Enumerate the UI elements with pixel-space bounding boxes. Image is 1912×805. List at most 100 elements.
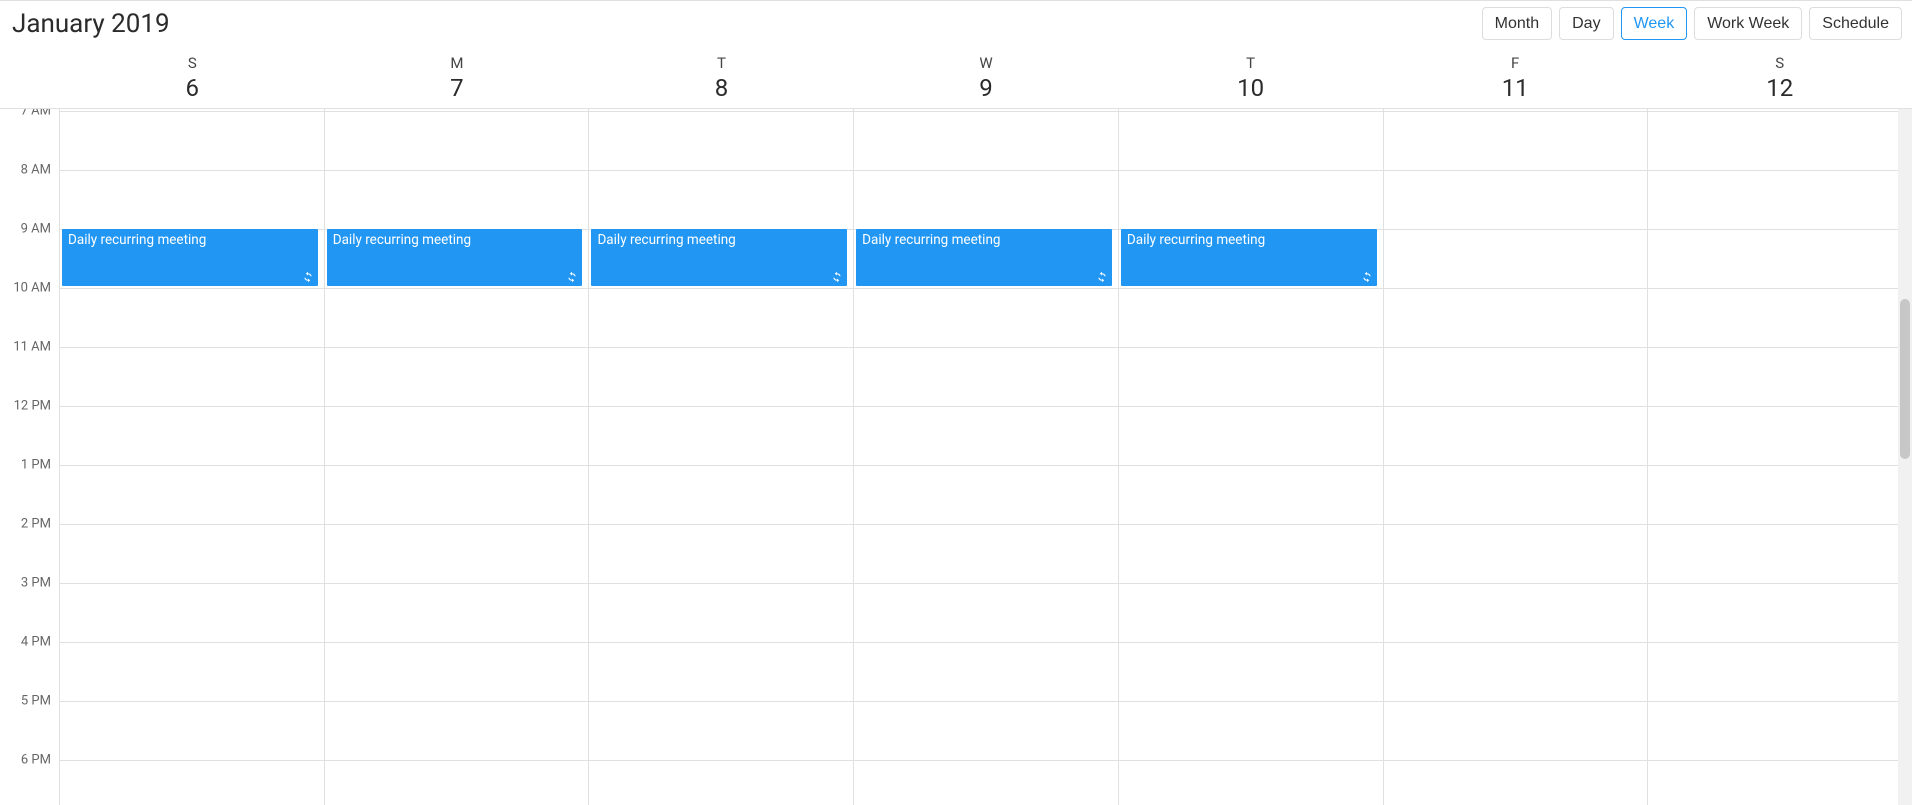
hour-grid-line — [60, 111, 324, 112]
hour-grid-line — [60, 347, 324, 348]
grid-day-column[interactable] — [1384, 109, 1649, 805]
hour-grid-line — [1384, 583, 1648, 584]
hour-grid-line — [1384, 347, 1648, 348]
hour-grid-line — [60, 406, 324, 407]
day-of-week-label: T — [589, 54, 854, 72]
time-label: 2 PM — [21, 517, 51, 532]
hour-grid-line — [589, 642, 853, 643]
hour-grid-line — [854, 583, 1118, 584]
scheduler-header: January 2019 MonthDayWeekWork WeekSchedu… — [0, 1, 1912, 46]
hour-grid-line — [325, 170, 589, 171]
time-label: 5 PM — [21, 694, 51, 709]
hour-grid-line — [325, 760, 589, 761]
day-header-cell[interactable]: W9 — [854, 46, 1119, 108]
recurring-icon — [1361, 271, 1373, 283]
time-label: 6 PM — [21, 753, 51, 768]
vertical-scrollbar[interactable] — [1898, 109, 1912, 805]
day-header-cell[interactable]: S12 — [1647, 46, 1912, 108]
hour-grid-line — [589, 760, 853, 761]
hour-grid-line — [854, 760, 1118, 761]
day-header-cell[interactable]: F 11 — [1383, 46, 1648, 108]
time-label: 12 PM — [14, 399, 51, 414]
hour-grid-line — [589, 583, 853, 584]
view-switcher: MonthDayWeekWork WeekSchedule — [1482, 7, 1902, 40]
day-header-row: S6M7T8W9T10F11S12 — [0, 46, 1912, 109]
grid-day-column[interactable]: Daily recurring meeting — [60, 109, 325, 805]
day-of-month-label: 11 — [1383, 74, 1648, 102]
day-of-week-label: W — [854, 54, 1119, 72]
hour-grid-line — [325, 701, 589, 702]
calendar-event[interactable]: Daily recurring meeting — [327, 229, 583, 286]
hour-grid-line — [1384, 465, 1648, 466]
scrollbar-thumb[interactable] — [1900, 299, 1910, 459]
day-of-month-label: 12 — [1647, 74, 1912, 102]
hour-grid-line — [1119, 465, 1383, 466]
grid-day-column[interactable]: Daily recurring meeting — [589, 109, 854, 805]
day-of-week-label: F — [1383, 54, 1648, 72]
time-label: 7 AM — [21, 109, 51, 119]
hour-grid-line — [1384, 524, 1648, 525]
view-button-month[interactable]: Month — [1482, 7, 1552, 40]
hour-grid-line — [854, 288, 1118, 289]
hour-grid-line — [1384, 406, 1648, 407]
time-grid[interactable]: 7 AM8 AM9 AM10 AM11 AM12 PM1 PM2 PM3 PM4… — [0, 109, 1912, 805]
hour-grid-line — [1648, 465, 1912, 466]
hour-grid-line — [1648, 701, 1912, 702]
hour-grid-line — [589, 701, 853, 702]
day-of-week-label: M — [325, 54, 590, 72]
grid-columns[interactable]: Daily recurring meeting Daily recurring m… — [60, 109, 1912, 805]
hour-grid-line — [1119, 288, 1383, 289]
hour-grid-line — [1119, 524, 1383, 525]
time-label: 10 AM — [13, 281, 51, 296]
hour-grid-line — [60, 642, 324, 643]
hour-grid-line — [325, 288, 589, 289]
hour-grid-line — [325, 347, 589, 348]
hour-grid-line — [1384, 701, 1648, 702]
grid-day-column[interactable] — [1648, 109, 1912, 805]
hour-grid-line — [1119, 111, 1383, 112]
hour-grid-line — [325, 111, 589, 112]
day-header-cell[interactable]: T10 — [1118, 46, 1383, 108]
calendar-event[interactable]: Daily recurring meeting — [62, 229, 318, 286]
grid-day-column[interactable]: Daily recurring meeting — [854, 109, 1119, 805]
hour-grid-line — [1384, 642, 1648, 643]
hour-grid-line — [1384, 760, 1648, 761]
hour-grid-line — [1384, 170, 1648, 171]
day-header-cell[interactable]: M7 — [325, 46, 590, 108]
view-button-workweek[interactable]: Work Week — [1694, 7, 1802, 40]
hour-grid-line — [60, 170, 324, 171]
event-title: Daily recurring meeting — [597, 232, 735, 248]
time-label: 8 AM — [21, 163, 51, 178]
hour-grid-line — [854, 406, 1118, 407]
day-of-month-label: 7 — [325, 74, 590, 102]
hour-grid-line — [1384, 229, 1648, 230]
calendar-event[interactable]: Daily recurring meeting — [1121, 229, 1377, 286]
hour-grid-line — [60, 524, 324, 525]
day-of-month-label: 8 — [589, 74, 854, 102]
view-button-schedule[interactable]: Schedule — [1809, 7, 1902, 40]
grid-day-column[interactable]: Daily recurring meeting — [325, 109, 590, 805]
hour-grid-line — [1119, 406, 1383, 407]
hour-grid-line — [589, 170, 853, 171]
event-title: Daily recurring meeting — [1127, 232, 1265, 248]
view-button-day[interactable]: Day — [1559, 7, 1613, 40]
event-title: Daily recurring meeting — [333, 232, 471, 248]
grid-day-column[interactable]: Daily recurring meeting — [1119, 109, 1384, 805]
hour-grid-line — [1119, 583, 1383, 584]
time-label: 9 AM — [21, 222, 51, 237]
day-header-cell[interactable]: T8 — [589, 46, 854, 108]
hour-grid-line — [1119, 170, 1383, 171]
hour-grid-line — [60, 760, 324, 761]
hour-grid-line — [325, 406, 589, 407]
time-gutter-spacer — [0, 46, 60, 108]
calendar-event[interactable]: Daily recurring meeting — [591, 229, 847, 286]
calendar-event[interactable]: Daily recurring meeting — [856, 229, 1112, 286]
day-header-cell[interactable]: S6 — [60, 46, 325, 108]
hour-grid-line — [60, 583, 324, 584]
view-button-week[interactable]: Week — [1621, 7, 1688, 40]
hour-grid-line — [589, 111, 853, 112]
hour-grid-line — [1119, 701, 1383, 702]
hour-grid-line — [1384, 288, 1648, 289]
hour-grid-line — [854, 524, 1118, 525]
hour-grid-line — [1119, 760, 1383, 761]
